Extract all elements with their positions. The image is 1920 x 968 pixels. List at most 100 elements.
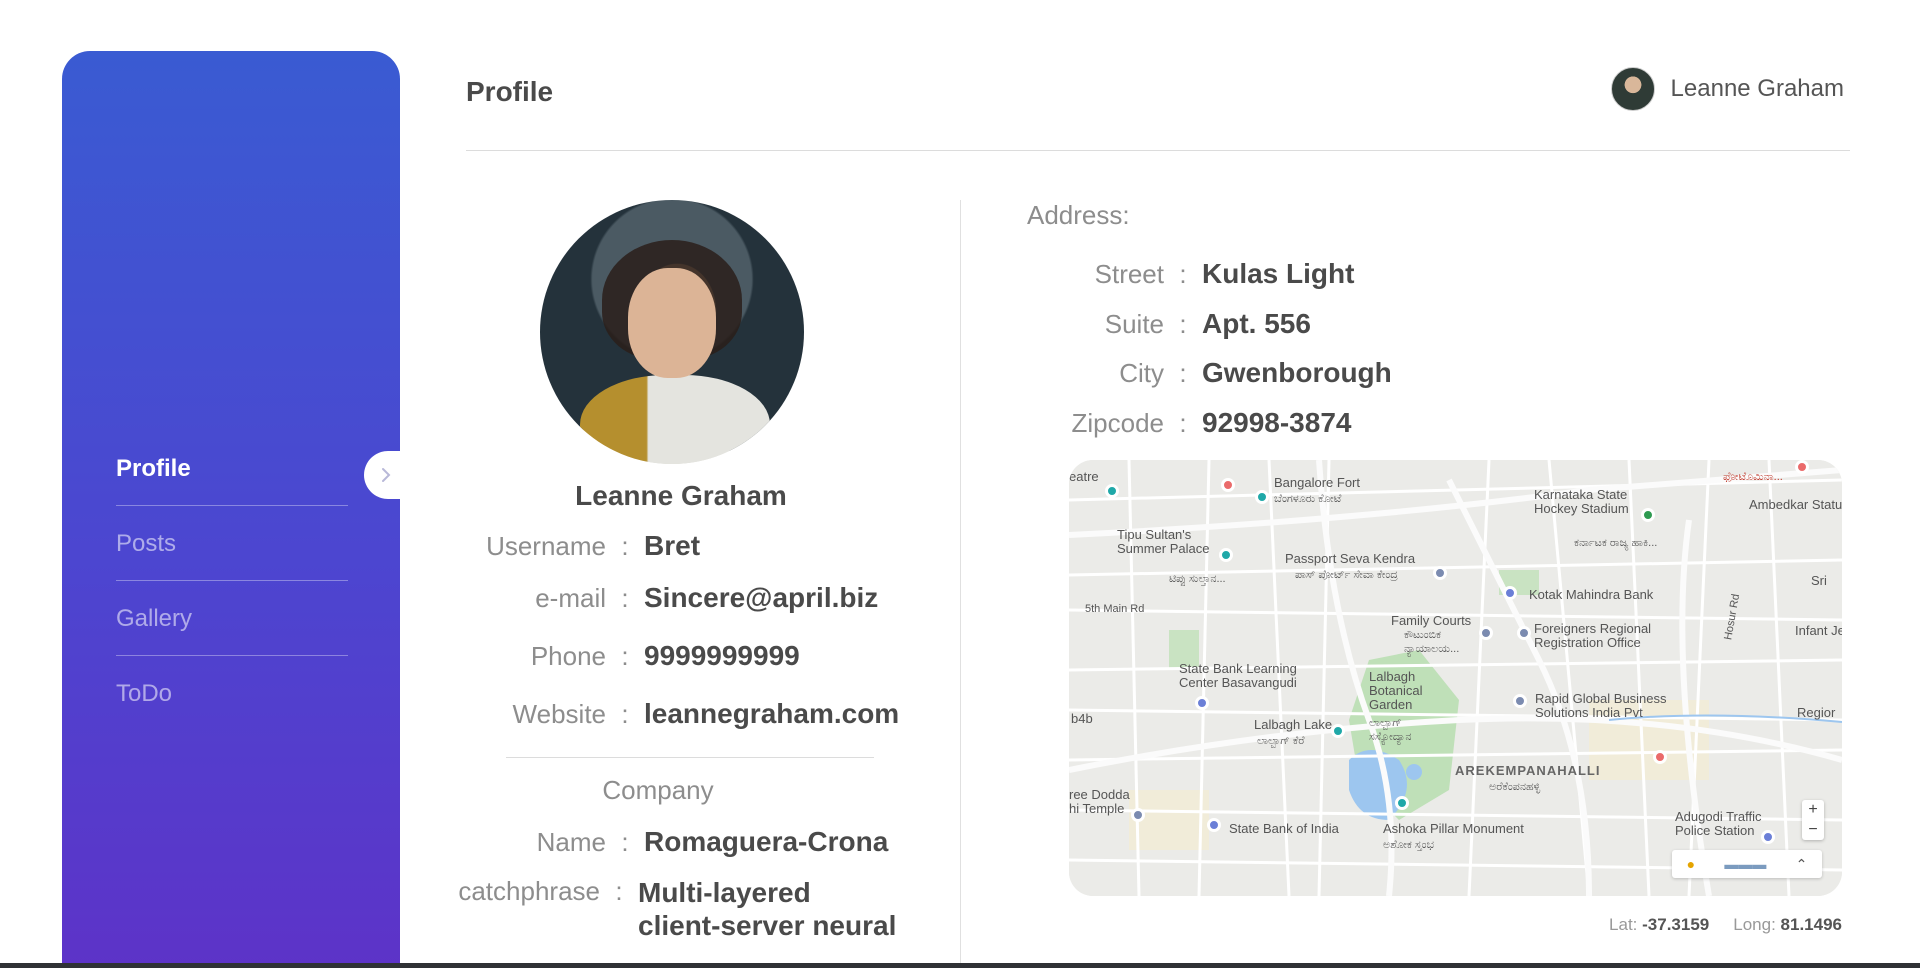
map-label: Infant Je	[1795, 623, 1842, 638]
collapse-icon[interactable]: ⌃	[1796, 856, 1808, 873]
map-pin-icon[interactable]	[1653, 750, 1667, 764]
website-label: Website	[512, 699, 606, 729]
city-row: City : Gwenborough	[1060, 357, 1392, 389]
zipcode-value: 92998-3874	[1202, 407, 1352, 438]
map-label: ಲಾಲ್ಬಾಗ್ ಕೆರೆ	[1257, 735, 1305, 747]
map-label: b4b	[1071, 711, 1093, 726]
map-label: Sri	[1811, 573, 1827, 588]
longitude: Long: 81.1496	[1733, 915, 1842, 935]
separator: :	[621, 583, 629, 613]
separator: :	[621, 531, 629, 561]
column-divider	[960, 200, 961, 968]
map-pin-icon[interactable]	[1395, 796, 1409, 810]
map-pin-icon[interactable]	[1219, 548, 1233, 562]
zoom-in-button[interactable]: +	[1802, 800, 1824, 820]
photo-face	[628, 268, 716, 378]
email-row: e-mail : Sincere@april.biz	[462, 582, 878, 614]
map-pin-icon[interactable]	[1641, 508, 1655, 522]
bottom-edge	[0, 963, 1920, 968]
user-name: Leanne Graham	[1670, 75, 1844, 102]
website-value[interactable]: leannegraham.com	[644, 698, 899, 730]
map-label: Karnataka State Hockey Stadium	[1534, 487, 1629, 516]
sidebar: Profile Posts Gallery ToDo	[62, 51, 408, 968]
chevron-right-icon	[382, 468, 391, 482]
photo-body	[580, 375, 770, 464]
address-heading: Address:	[1027, 200, 1130, 230]
phone-value: 9999999999	[644, 640, 800, 671]
map-label: ree Dodda hi Temple	[1069, 787, 1130, 816]
street-row: Street : Kulas Light	[1060, 258, 1355, 290]
map-label: Lalbagh Lake	[1254, 717, 1333, 732]
company-heading: Company	[602, 775, 714, 805]
map-label: Ashoka Pillar Monument	[1383, 821, 1524, 836]
map-label: eatre	[1069, 469, 1099, 484]
latitude: Lat: -37.3159	[1609, 915, 1709, 935]
catchphrase-value: Multi-layered client-server neural	[638, 876, 896, 942]
map-label: State Bank of India	[1229, 821, 1339, 836]
catchphrase-row: catchphrase : Multi-layered client-serve…	[458, 876, 896, 942]
map-label: ಕರ್ನಾಟಕ ರಾಜ್ಯ ಹಾಕಿ...	[1574, 537, 1658, 549]
map-pin-icon[interactable]	[1331, 724, 1345, 738]
map-pin-icon[interactable]	[1479, 626, 1493, 640]
company-name-value: Romaguera-Crona	[644, 826, 889, 857]
phone-label: Phone	[530, 641, 606, 671]
email-label: e-mail	[535, 583, 606, 613]
profile-photo	[540, 200, 804, 464]
sidebar-item-profile[interactable]: Profile	[116, 431, 348, 506]
latitude-label: Lat:	[1609, 915, 1638, 934]
sidebar-nav: Profile Posts Gallery ToDo	[116, 431, 348, 731]
company-name-label: Name	[536, 827, 606, 857]
map-pin-icon[interactable]	[1207, 818, 1221, 832]
sidebar-item-posts[interactable]: Posts	[116, 506, 348, 581]
user-menu[interactable]: Leanne Graham	[1610, 67, 1844, 111]
separator: :	[621, 827, 629, 857]
map-label: Adugodi Traffic Police Station	[1675, 809, 1762, 838]
map-label: Passport Seva Kendra	[1285, 551, 1416, 566]
separator: :	[615, 876, 623, 906]
zoom-out-button[interactable]: −	[1802, 820, 1824, 840]
map-label: Family Courts	[1391, 613, 1472, 628]
separator: :	[1179, 309, 1187, 339]
username-row: Username : Bret	[462, 530, 700, 562]
map-pin-icon[interactable]	[1503, 586, 1517, 600]
coordinates: Lat: -37.3159 Long: 81.1496	[1609, 915, 1842, 935]
map-label: Rapid Global Business Solutions India Pv…	[1535, 691, 1667, 720]
active-indicator-tab[interactable]	[364, 451, 408, 499]
street-label: Street	[1094, 259, 1164, 289]
map-pin-icon[interactable]	[1255, 490, 1269, 504]
map-pin-icon[interactable]	[1131, 808, 1145, 822]
page-title: Profile	[466, 76, 554, 107]
sidebar-item-todo[interactable]: ToDo	[116, 656, 348, 731]
map-layers-icon[interactable]: ▬▬▬	[1724, 856, 1766, 872]
map-label: ಫೋಟೊಮಿನಾ...	[1723, 471, 1783, 483]
sidebar-item-gallery[interactable]: Gallery	[116, 581, 348, 656]
map-label: Lalbagh Botanical Garden	[1369, 669, 1423, 712]
separator: :	[621, 641, 629, 671]
header-divider	[466, 150, 1850, 151]
catchphrase-line-1: Multi-layered	[638, 877, 811, 908]
pegman-icon[interactable]: ●	[1687, 856, 1695, 872]
username-value: Bret	[644, 530, 701, 561]
map-pin-icon[interactable]	[1513, 694, 1527, 708]
username-label: Username	[486, 531, 606, 561]
map-label: Tipu Sultan's Summer Palace	[1117, 527, 1210, 556]
website-row: Website : leannegraham.com	[462, 698, 900, 730]
map-label: Foreigners Regional Registration Office	[1534, 621, 1652, 650]
company-name-row: Name : Romaguera-Crona	[462, 826, 889, 858]
map-label: State Bank Learning Center Basavangudi	[1179, 661, 1297, 690]
map-label: ಅಶೋಕ ಸ್ತಂಭ	[1383, 839, 1435, 851]
map-pin-icon[interactable]	[1517, 626, 1531, 640]
map-pin-icon[interactable]	[1105, 484, 1119, 498]
city-value: Gwenborough	[1202, 357, 1392, 388]
separator: :	[1179, 408, 1187, 438]
location-map[interactable]: Bangalore Fort ಬೆಂಗಳೂರು ಕೋಟೆ Karnataka S…	[1069, 460, 1842, 896]
map-label: Bangalore Fort	[1274, 475, 1360, 490]
map-pin-icon[interactable]	[1195, 696, 1209, 710]
map-pin-icon[interactable]	[1433, 566, 1447, 580]
suite-label: Suite	[1104, 309, 1164, 339]
map-pin-icon[interactable]	[1221, 478, 1235, 492]
longitude-label: Long:	[1733, 915, 1776, 934]
map-pin-icon[interactable]	[1795, 460, 1809, 474]
avatar	[1610, 67, 1655, 111]
map-pin-icon[interactable]	[1761, 830, 1775, 844]
